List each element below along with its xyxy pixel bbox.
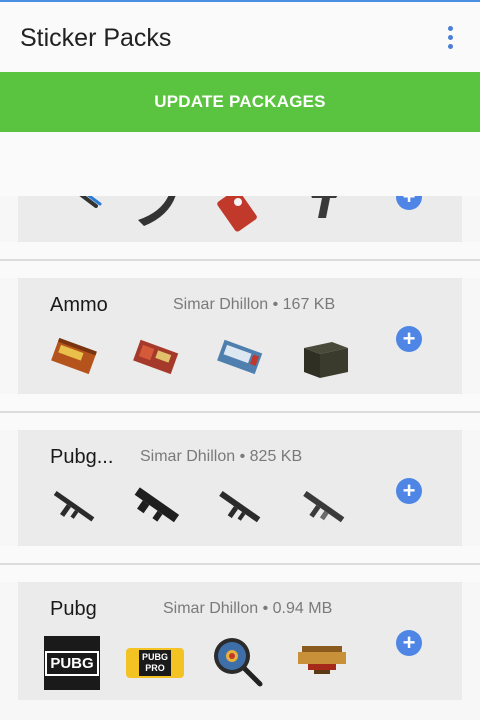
pubg-logo-icon: PUBG xyxy=(44,636,100,690)
add-pack-button[interactable]: + xyxy=(396,630,422,656)
list-spacer xyxy=(0,413,480,430)
ammo-box-orange-icon xyxy=(51,337,97,375)
pubg-pro-top-text: PUBG xyxy=(141,652,168,662)
pack-name: Pubg xyxy=(50,598,97,620)
m416-rifle-icon xyxy=(219,490,261,523)
list-spacer xyxy=(0,394,480,411)
chicken-dinner-logo-icon xyxy=(298,646,346,674)
pack-author: Simar Dhillon xyxy=(173,296,269,313)
sticker-pack-list[interactable]: + Ammo Simar Dhillon • 167 KB + Pubg... … xyxy=(0,132,480,720)
pack-meta: Simar Dhillon • 0.94 MB xyxy=(163,600,332,618)
pack-author: Simar Dhillon xyxy=(140,448,236,465)
pack-size: 167 KB xyxy=(282,296,336,313)
akm-rifle-icon xyxy=(53,490,95,522)
ammo-box-blue-icon xyxy=(217,339,263,375)
meta-separator: • xyxy=(262,600,269,617)
meta-separator: • xyxy=(272,296,279,313)
pack-author: Simar Dhillon xyxy=(163,600,259,617)
ammo-crate-icon xyxy=(304,342,348,378)
app-bar: Sticker Packs xyxy=(0,0,480,72)
list-spacer xyxy=(0,261,480,278)
pack-size: 0.94 MB xyxy=(272,600,333,617)
update-packages-button[interactable]: UPDATE PACKAGES xyxy=(0,72,480,132)
add-pack-button[interactable]: + xyxy=(396,326,422,352)
list-spacer xyxy=(0,546,480,563)
more-options-icon[interactable] xyxy=(442,26,458,52)
pack-name: Pubg... xyxy=(50,446,114,468)
scar-rifle-icon xyxy=(303,490,345,523)
list-spacer xyxy=(0,132,480,196)
frying-pan-icon xyxy=(214,638,263,687)
pubg-logo-text: PUBG xyxy=(45,650,99,676)
meta-separator: • xyxy=(239,448,246,465)
pack-meta: Simar Dhillon • 167 KB xyxy=(173,296,335,314)
banana-magazine-icon xyxy=(138,196,176,226)
pack-meta: Simar Dhillon • 825 KB xyxy=(140,448,302,466)
sticker-pack-card[interactable]: + xyxy=(18,196,462,242)
red-tag-icon xyxy=(217,196,257,232)
page-title: Sticker Packs xyxy=(20,24,172,52)
sticker-pack-card[interactable]: Pubg... Simar Dhillon • 825 KB + xyxy=(18,430,462,546)
crossbow-bolts-icon xyxy=(79,196,102,208)
rifle-stock-icon xyxy=(311,196,338,218)
sticker-pack-card[interactable]: Pubg Simar Dhillon • 0.94 MB PUBG PUBG P… xyxy=(18,582,462,700)
groza-rifle-icon xyxy=(134,487,180,523)
pubg-pro-logo-icon: PUBG PRO xyxy=(126,648,184,678)
pack-name: Ammo xyxy=(50,294,108,316)
pubg-pro-bottom-text: PRO xyxy=(145,663,165,673)
add-pack-button[interactable]: + xyxy=(396,478,422,504)
add-pack-button[interactable]: + xyxy=(396,196,422,210)
sticker-pack-card[interactable]: Ammo Simar Dhillon • 167 KB + xyxy=(18,278,462,394)
list-spacer xyxy=(0,242,480,259)
list-spacer xyxy=(0,565,480,582)
pack-size: 825 KB xyxy=(249,448,303,465)
ammo-box-red-icon xyxy=(133,339,179,375)
